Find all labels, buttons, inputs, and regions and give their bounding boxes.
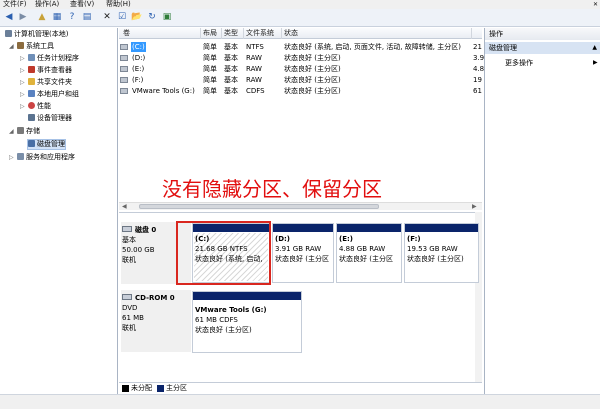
tree-item-computer-management[interactable]: 计算机管理(本地) [5,30,68,39]
expand-toggle-icon[interactable]: ▷ [20,90,25,99]
column-layout[interactable]: 布局 [203,29,217,38]
table-row[interactable]: VMware Tools (G:) 简单 基本 CDFS 状态良好 (主分区) … [119,86,482,96]
status-bar [0,394,600,409]
close-icon[interactable]: ✕ [593,0,598,9]
folder-icon [28,78,35,85]
tree-item-system-tools[interactable]: ◢ 系统工具 [9,42,54,51]
chevron-right-icon: ▶ [593,59,598,66]
check-icon[interactable]: ☑ [116,11,128,23]
table-row[interactable]: (D:) 简单 基本 RAW 状态良好 (主分区) 3.9 [119,53,484,63]
toolbar: ◀ ▶ ▲ ▦ ? ▤ ✕ ☑ 📂 ↻ ▣ [0,9,600,27]
disk-volume-icon [120,55,128,61]
storage-icon [17,127,24,134]
up-folder-icon[interactable]: ▲ [36,11,48,23]
tree-item-services-applications[interactable]: ▷ 服务和应用程序 [9,153,75,162]
menu-help[interactable]: 帮助(H) [106,0,131,9]
tree-item-device-manager[interactable]: 设备管理器 [28,114,72,123]
tree-item-performance[interactable]: ▷ 性能 [20,102,51,111]
back-arrow-icon[interactable]: ◀ [3,11,15,23]
users-icon [28,90,35,97]
column-volume[interactable]: 卷 [123,29,130,38]
partition-d[interactable]: (D:) 3.91 GB RAW 状态良好 (主分区 [272,223,334,283]
highlight-box [176,221,271,285]
legend: 未分配 主分区 [119,382,482,393]
menu-view[interactable]: 查看(V) [70,0,94,9]
event-log-icon [28,66,35,73]
expand-toggle-icon[interactable]: ◢ [9,127,14,136]
tree-item-task-scheduler[interactable]: ▷ 任务计划程序 [20,54,79,63]
horizontal-scrollbar[interactable]: ◀ ▶ [119,202,482,210]
disk-volume-icon [120,77,128,83]
actions-title: 操作 [485,28,600,40]
more-actions-link[interactable]: 更多操作 ▶ [505,58,598,68]
menu-action[interactable]: 操作(A) [35,0,59,9]
tree-item-disk-management[interactable]: 磁盘管理 [27,139,66,150]
legend-unallocated: 未分配 [131,384,152,392]
legend-primary: 主分区 [166,384,187,392]
menu-bar: 文件(F) 操作(A) 查看(V) 帮助(H) ✕ [0,0,600,9]
cd-drive-icon [122,294,132,300]
computer-icon [5,30,12,37]
expand-toggle-icon[interactable]: ▷ [9,153,14,162]
tree-item-shared-folders[interactable]: ▷ 共享文件夹 [20,78,72,87]
unallocated-swatch [122,385,129,392]
scrollbar-thumb[interactable] [139,204,379,209]
tools-icon [17,42,24,49]
open-folder-icon[interactable]: 📂 [131,11,143,23]
partition-f[interactable]: (F:) 19.53 GB RAW 状态良好 (主分区) [404,223,479,283]
performance-icon [28,102,35,109]
disk-management-icon [28,140,35,147]
column-filesystem[interactable]: 文件系统 [246,29,274,38]
table-row[interactable]: (C:) 简单 基本 NTFS 状态良好 (系统, 启动, 页面文件, 活动, … [119,42,482,52]
primary-swatch [157,385,164,392]
scroll-right-icon[interactable]: ▶ [472,203,477,210]
disk-volume-icon [120,44,128,50]
scroll-left-icon[interactable]: ◀ [122,203,127,210]
help-icon[interactable]: ? [66,11,78,23]
tree-item-local-users-groups[interactable]: ▷ 本地用户和组 [20,90,79,99]
tree-item-event-viewer[interactable]: ▷ 事件查看器 [20,66,72,75]
partition-e[interactable]: (E:) 4.88 GB RAW 状态良好 (主分区 [336,223,402,283]
expand-toggle-icon[interactable]: ◢ [9,42,14,51]
device-manager-icon [28,114,35,121]
table-row[interactable]: (E:) 简单 基本 RAW 状态良好 (主分区) 4.8 [119,64,484,74]
tree-item-storage[interactable]: ◢ 存储 [9,127,40,136]
clock-icon [28,54,35,61]
disk-volume-icon [120,88,128,94]
actions-section-disk-management[interactable]: 磁盘管理 ▲ [485,42,600,54]
expand-toggle-icon[interactable]: ▷ [20,78,25,87]
cdrom-0-label[interactable]: CD-ROM 0 DVD 61 MB 联机 [122,293,188,333]
annotation-text: 没有隐藏分区、保留分区 [162,177,382,201]
column-type[interactable]: 类型 [224,29,238,38]
disk-volume-icon [120,66,128,72]
volume-table-header: 卷 布局 类型 文件系统 状态 [119,28,482,39]
column-status[interactable]: 状态 [284,29,298,38]
show-hide-tree-icon[interactable]: ▦ [51,11,63,23]
collapse-icon[interactable]: ▲ [592,42,597,54]
actions-pane: 操作 磁盘管理 ▲ 更多操作 ▶ [484,28,600,394]
hard-disk-icon [122,226,132,232]
services-icon [17,153,24,160]
more-tools-icon[interactable]: ▣ [161,11,173,23]
expand-toggle-icon[interactable]: ▷ [20,66,25,75]
refresh-icon[interactable]: ↻ [146,11,158,23]
expand-toggle-icon[interactable]: ▷ [20,54,25,63]
forward-arrow-icon[interactable]: ▶ [17,11,29,23]
menu-file[interactable]: 文件(F) [3,0,27,9]
delete-icon[interactable]: ✕ [101,11,113,23]
partition-g[interactable]: VMware Tools (G:) 61 MB CDFS 状态良好 (主分区) [192,291,302,353]
expand-toggle-icon[interactable]: ▷ [20,102,25,111]
table-row[interactable]: (F:) 简单 基本 RAW 状态良好 (主分区) 19 [119,75,482,85]
properties-icon[interactable]: ▤ [81,11,93,23]
